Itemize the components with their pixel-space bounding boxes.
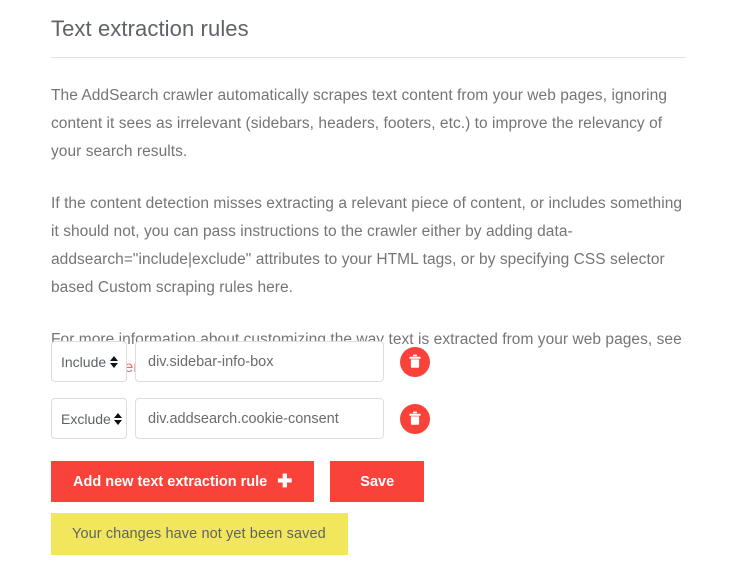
delete-rule-button-1[interactable] bbox=[400, 403, 430, 434]
description-paragraph-2: If the content detection misses extracti… bbox=[51, 195, 683, 296]
title-divider bbox=[51, 57, 686, 58]
rule-row: Include bbox=[51, 341, 691, 382]
description-section: The AddSearch crawler automatically scra… bbox=[51, 82, 691, 382]
rule-mode-select-0[interactable]: Include bbox=[51, 341, 127, 382]
plus-icon: ✚ bbox=[277, 470, 293, 491]
rule-selector-input-1[interactable] bbox=[135, 398, 384, 439]
updown-arrow-icon bbox=[113, 412, 122, 425]
rule-row: Exclude bbox=[51, 398, 691, 439]
rule-mode-label-0: Include bbox=[61, 353, 107, 370]
page-title: Text extraction rules bbox=[51, 16, 249, 41]
unsaved-changes-text: Your changes have not yet been saved bbox=[72, 526, 326, 542]
action-buttons: Add new text extraction rule ✚ Save bbox=[51, 461, 425, 502]
unsaved-changes-banner: Your changes have not yet been saved bbox=[51, 513, 348, 555]
rule-selector-input-0[interactable] bbox=[135, 341, 384, 382]
trash-icon bbox=[408, 411, 422, 426]
rules-list: Include Exclude bbox=[51, 341, 691, 455]
description-paragraph-1: The AddSearch crawler automatically scra… bbox=[51, 87, 667, 160]
rule-mode-select-1[interactable]: Exclude bbox=[51, 398, 127, 439]
save-button[interactable]: Save bbox=[330, 461, 425, 502]
page-header: Text extraction rules bbox=[51, 14, 686, 58]
add-new-rule-label: Add new text extraction rule bbox=[73, 473, 268, 490]
delete-rule-button-0[interactable] bbox=[400, 346, 430, 377]
text-extraction-rules-page: Text extraction rules The AddSearch craw… bbox=[0, 0, 735, 586]
updown-arrow-icon bbox=[110, 355, 118, 368]
rule-mode-label-1: Exclude bbox=[61, 410, 111, 427]
add-new-rule-button[interactable]: Add new text extraction rule ✚ bbox=[51, 461, 315, 502]
trash-icon bbox=[408, 354, 422, 369]
